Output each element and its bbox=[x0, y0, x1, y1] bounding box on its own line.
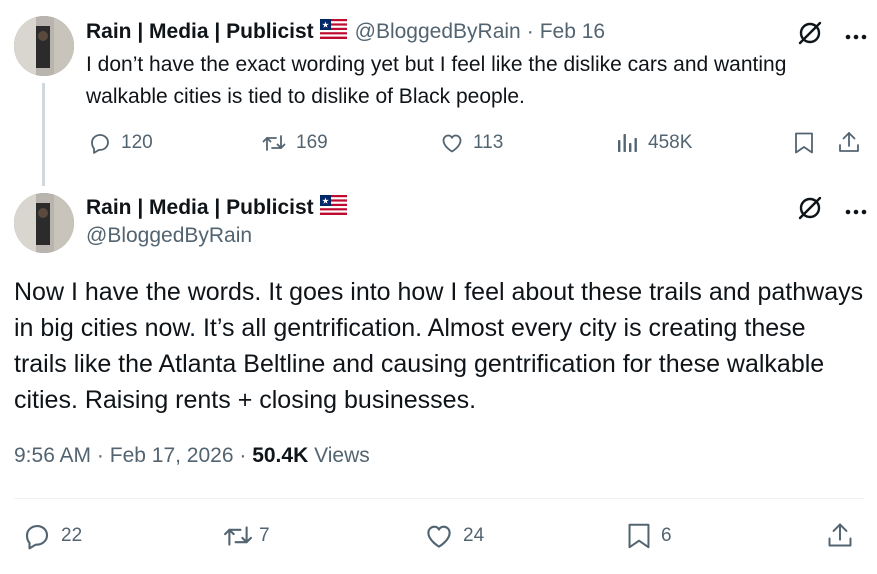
views-count: 50.4K bbox=[252, 444, 309, 467]
like-icon bbox=[442, 134, 462, 153]
like-count: 113 bbox=[473, 132, 504, 153]
tweet-meta: 9:56 AM · Feb 17, 2026 · 50.4K Views bbox=[14, 444, 370, 468]
share-icon bbox=[839, 132, 859, 152]
more-icon[interactable] bbox=[845, 202, 867, 220]
avatar[interactable] bbox=[14, 193, 74, 253]
reply-count: 22 bbox=[61, 525, 83, 546]
like-count: 24 bbox=[463, 525, 485, 546]
handle[interactable]: @BloggedByRain bbox=[86, 224, 252, 248]
like-button[interactable]: 24 bbox=[424, 521, 484, 551]
main-tweet-text: Now I have the words. It goes into how I… bbox=[14, 278, 864, 414]
more-icon[interactable] bbox=[845, 27, 867, 45]
grok-icon[interactable] bbox=[797, 20, 823, 51]
grok-icon[interactable] bbox=[797, 195, 823, 226]
views-label: Views bbox=[314, 444, 370, 467]
share-button[interactable] bbox=[837, 130, 861, 154]
share-icon bbox=[828, 523, 852, 547]
reply-tweet-text: I don’t have the exact wording yet but I… bbox=[86, 53, 787, 108]
tweet-time[interactable]: 9:56 AM bbox=[14, 444, 91, 467]
display-name[interactable]: Rain | Media | Publicist bbox=[86, 196, 314, 220]
separator: · bbox=[96, 444, 104, 467]
reply-icon bbox=[25, 524, 49, 550]
display-name[interactable]: Rain | Media | Publicist bbox=[86, 20, 314, 44]
bookmark-icon bbox=[795, 132, 813, 154]
repost-icon bbox=[224, 526, 252, 546]
reply-top-icons bbox=[797, 20, 867, 51]
reply-button[interactable]: 120 bbox=[88, 131, 153, 155]
liberia-flag-icon bbox=[319, 195, 347, 220]
separator: · bbox=[239, 444, 247, 467]
bookmark-icon bbox=[628, 523, 650, 549]
liberia-flag-icon bbox=[319, 19, 347, 44]
main-top-icons bbox=[797, 195, 867, 226]
handle[interactable]: @BloggedByRain bbox=[355, 20, 521, 44]
reply-button[interactable]: 22 bbox=[22, 521, 82, 551]
like-button[interactable]: 113 bbox=[440, 131, 503, 155]
reply-icon bbox=[91, 134, 109, 154]
divider bbox=[14, 498, 864, 499]
repost-icon bbox=[262, 135, 286, 151]
repost-button[interactable]: 169 bbox=[261, 131, 328, 155]
bookmark-count: 6 bbox=[661, 525, 672, 546]
repost-count: 169 bbox=[296, 132, 328, 153]
views-button[interactable]: 458K bbox=[617, 131, 692, 155]
thread-line bbox=[42, 83, 45, 186]
views-icon bbox=[618, 134, 637, 152]
bookmark-button[interactable]: 6 bbox=[626, 521, 672, 551]
main-author-line: Rain | Media | Publicist bbox=[86, 195, 347, 220]
tweet-date[interactable]: Feb 17, 2026 bbox=[110, 444, 234, 467]
separator: · bbox=[526, 19, 534, 43]
repost-button[interactable]: 7 bbox=[222, 521, 270, 551]
share-button[interactable] bbox=[826, 521, 854, 549]
repost-count: 7 bbox=[259, 525, 270, 546]
like-icon bbox=[427, 525, 451, 548]
tweet-date[interactable]: Feb 16 bbox=[540, 20, 605, 44]
reply-count: 120 bbox=[121, 132, 153, 153]
views-count: 458K bbox=[648, 132, 693, 153]
reply-author-line: Rain | Media | Publicist @BloggedByRain … bbox=[86, 19, 605, 44]
avatar[interactable] bbox=[14, 16, 74, 76]
bookmark-button[interactable] bbox=[793, 131, 815, 155]
